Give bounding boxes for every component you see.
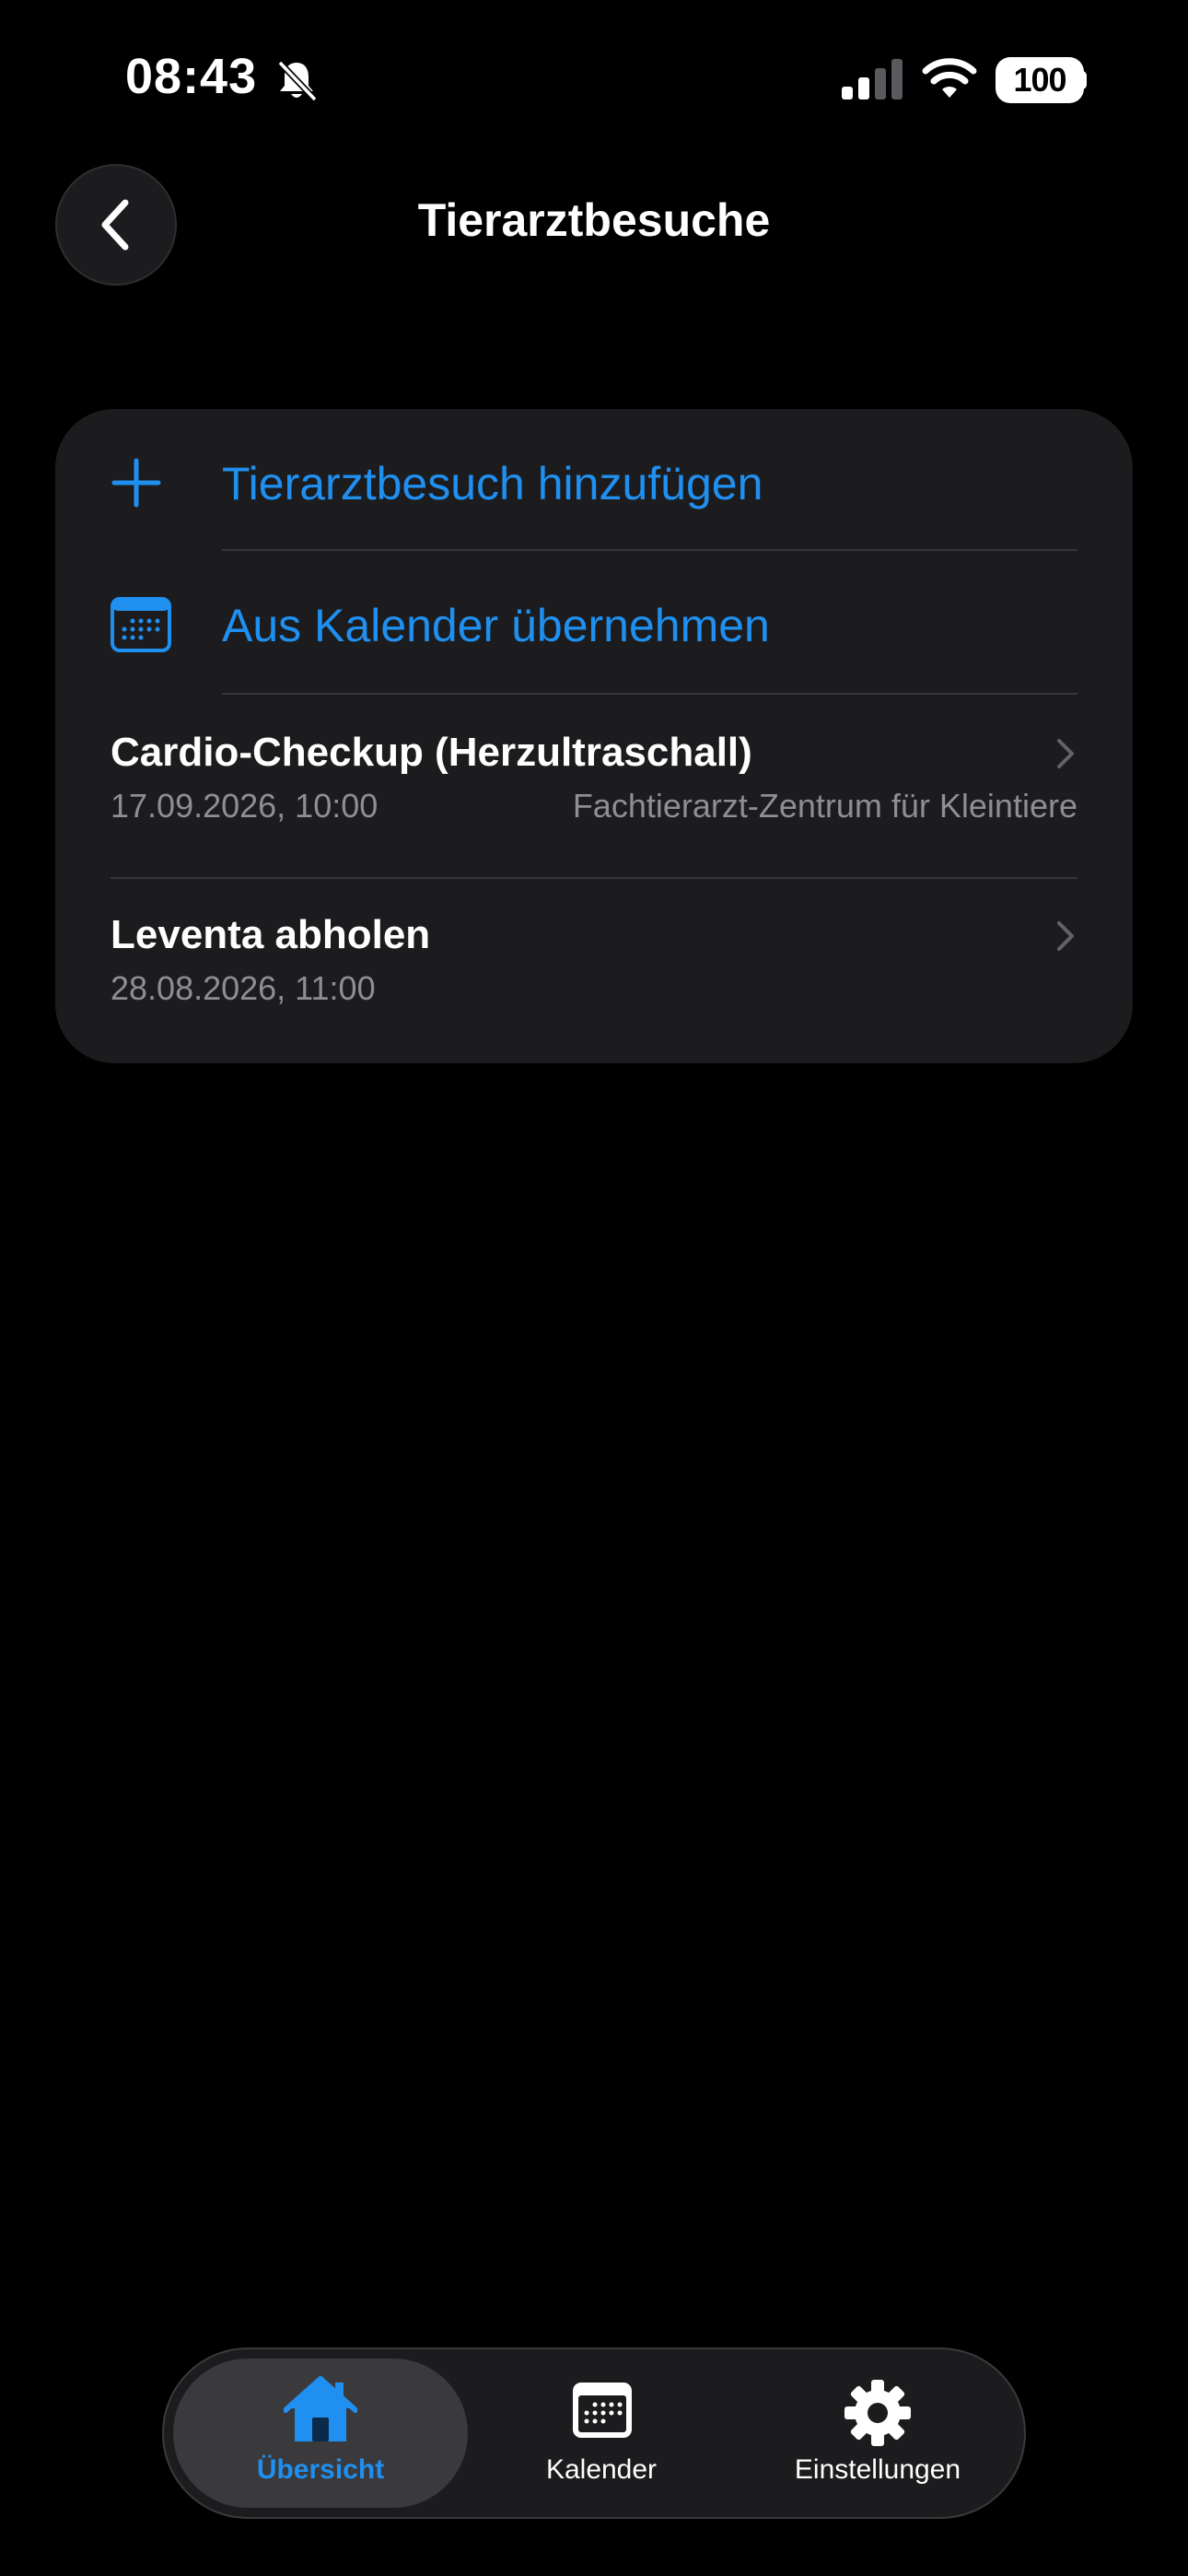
import-calendar-label: Aus Kalender übernehmen [222, 600, 770, 651]
page-title: Tierarztbesuche [417, 194, 771, 246]
add-visit-button[interactable]: Tierarztbesuch hinzufügen [55, 409, 1133, 553]
tab-calendar[interactable]: Kalender [468, 2349, 735, 2517]
tab-settings[interactable]: Einstellungen [735, 2349, 1020, 2517]
visit-title: Cardio-Checkup (Herzultraschall) [111, 730, 752, 775]
wifi-icon [922, 58, 977, 98]
visits-card: Tierarztbesuch hinzufügen Aus Kalender ü… [55, 409, 1133, 1063]
battery-icon: 100 [996, 57, 1084, 103]
visit-datetime: 28.08.2026, 11:00 [111, 969, 376, 1007]
visit-title: Leventa abholen [111, 912, 431, 957]
cellular-signal-icon [842, 59, 903, 100]
status-bar: 08:43 100 [0, 0, 1188, 157]
divider [222, 549, 1077, 551]
chevron-right-icon [1057, 739, 1074, 768]
tab-bar: Übersicht Kalender Einstellungen [162, 2348, 1026, 2519]
chevron-right-icon [1057, 921, 1074, 951]
add-visit-label: Tierarztbesuch hinzufügen [222, 458, 763, 509]
tab-overview[interactable]: Übersicht [173, 2349, 468, 2517]
status-time: 08:43 [125, 49, 258, 104]
plus-icon [111, 458, 161, 508]
calendar-icon [573, 2383, 632, 2438]
house-icon [284, 2376, 357, 2441]
bell-slash-icon [277, 60, 318, 102]
screen: 08:43 100 Tierarztbesuche Tierarztbesuch… [0, 0, 1188, 2576]
visit-row[interactable]: Leventa abholen 28.08.2026, 11:00 [55, 879, 1133, 1060]
battery-nub [1079, 71, 1087, 89]
calendar-icon [111, 597, 171, 652]
tab-label: Einstellungen [794, 2454, 961, 2485]
tab-label: Übersicht [256, 2454, 385, 2485]
tab-label: Kalender [545, 2454, 658, 2485]
battery-level: 100 [1013, 61, 1066, 99]
gear-icon [844, 2380, 911, 2446]
import-calendar-button[interactable]: Aus Kalender übernehmen [55, 553, 1133, 697]
visit-datetime: 17.09.2026, 10:00 [111, 787, 379, 825]
visit-row[interactable]: Cardio-Checkup (Herzultraschall) 17.09.2… [55, 695, 1133, 875]
visit-place: Fachtierarzt-Zentrum für Kleintiere [572, 787, 1077, 825]
